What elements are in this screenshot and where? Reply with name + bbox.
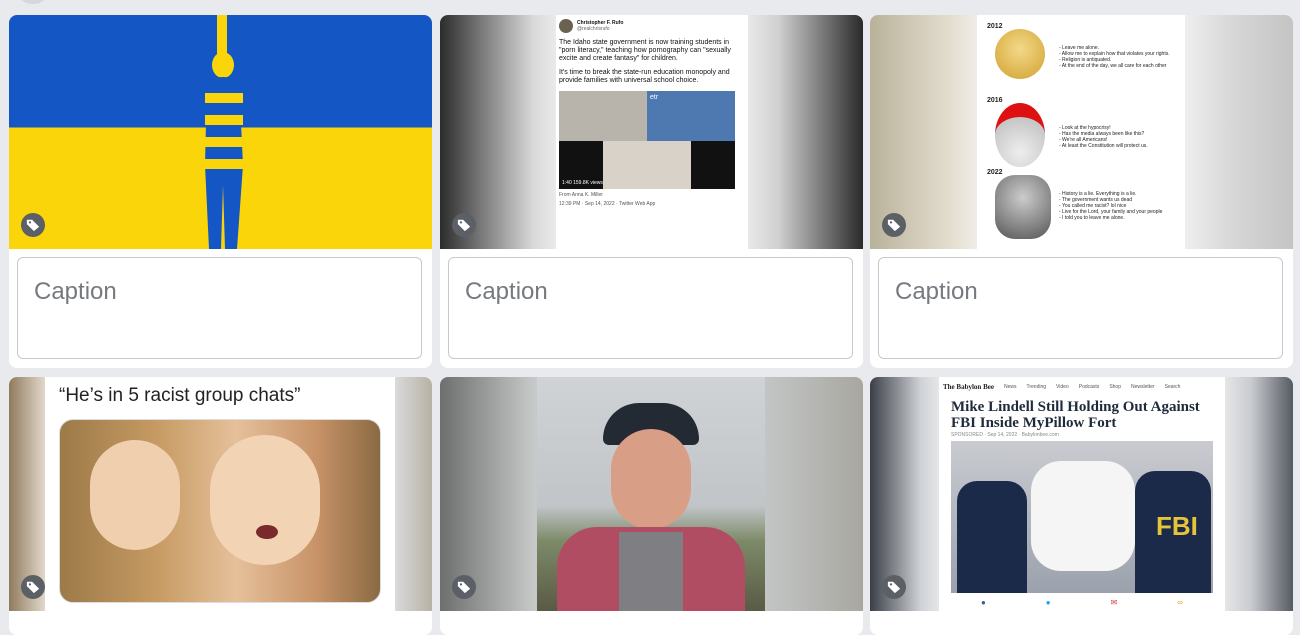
fbi-label: FBI	[1156, 511, 1198, 541]
image-card: 2012 - Leave me alone. - Allow me to exp…	[870, 15, 1293, 368]
tweet-timestamp: 12:39 PM · Sep 14, 2022 · Twitter Web Ap…	[559, 201, 656, 207]
tweet-video: etr 1:40 159.8K views	[559, 91, 735, 189]
man-photo	[537, 377, 765, 611]
nav-item: Podcasts	[1078, 384, 1100, 390]
nav-item: Search	[1164, 384, 1181, 390]
image-card: Caption	[9, 15, 432, 368]
face-drawing	[995, 103, 1045, 167]
image-card	[440, 377, 863, 635]
tweet-text-2: It's time to break the state-run educati…	[559, 69, 730, 84]
image-card: The Babylon Bee News Trending Video Podc…	[870, 377, 1293, 635]
year-label: 2016	[987, 97, 1003, 104]
nav-item: Video	[1056, 384, 1069, 390]
nav-item: Trending	[1026, 384, 1047, 390]
quote-meme-image: “He’s in 5 racist group chats”	[45, 377, 395, 611]
site-logo: The Babylon Bee	[943, 383, 994, 391]
caption-placeholder: Caption	[34, 278, 117, 305]
whisper-photo	[59, 419, 381, 603]
caption-placeholder: Caption	[465, 278, 548, 305]
share-bar: ● ● ✉ ∞	[951, 598, 1213, 607]
tweet-source: From Anna K. Miller	[559, 192, 603, 198]
article-headline: Mike Lindell Still Holding Out Against F…	[951, 399, 1200, 431]
quote-text: “He’s in 5 racist group chats”	[59, 385, 301, 406]
image-thumbnail[interactable]	[440, 377, 863, 611]
video-logo: etr	[650, 94, 659, 101]
face-drawing	[995, 29, 1045, 79]
meme-image: 2012 - Leave me alone. - Allow me to exp…	[977, 15, 1185, 249]
meme-lines: - History is a lie. Everything is a lie.…	[1059, 191, 1163, 221]
image-thumbnail[interactable]: Christopher F. Rufo @realchrisrufo The I…	[440, 15, 863, 249]
image-thumbnail[interactable]: 2012 - Leave me alone. - Allow me to exp…	[870, 15, 1293, 249]
tweet-handle: @realchrisrufo	[577, 26, 610, 32]
article-meta: SPONSORED · Sep 14, 2022 · Babylonbee.co…	[951, 432, 1059, 438]
image-card: “He’s in 5 racist group chats”	[9, 377, 432, 635]
tweet-text-1: The Idaho state government is now traini…	[559, 39, 731, 62]
face-drawing	[995, 175, 1051, 239]
nav-item: News	[1003, 384, 1017, 390]
caption-input[interactable]: Caption	[448, 257, 853, 359]
image-thumbnail[interactable]: The Babylon Bee News Trending Video Podc…	[870, 377, 1293, 611]
caption-placeholder: Caption	[895, 278, 978, 305]
video-time: 1:40	[562, 180, 572, 186]
video-views: 159.8K views	[573, 180, 603, 186]
twitter-icon[interactable]: ●	[1046, 598, 1051, 607]
facebook-icon[interactable]: ●	[981, 598, 986, 607]
meme-lines: - Leave me alone. - Allow me to explain …	[1059, 45, 1170, 69]
nav-item: Shop	[1109, 384, 1121, 390]
tag-icon[interactable]	[452, 575, 476, 599]
link-icon[interactable]: ∞	[1177, 598, 1183, 607]
caption-input[interactable]: Caption	[878, 257, 1283, 359]
caption-input[interactable]: Caption	[17, 257, 422, 359]
article-screenshot: The Babylon Bee News Trending Video Podc…	[939, 377, 1225, 611]
email-icon[interactable]: ✉	[1111, 598, 1118, 607]
image-card: Christopher F. Rufo @realchrisrufo The I…	[440, 15, 863, 368]
top-bar	[0, 0, 1300, 10]
nav-item: Newsletter	[1131, 384, 1155, 390]
tag-icon[interactable]	[21, 575, 45, 599]
image-thumbnail[interactable]: “He’s in 5 racist group chats”	[9, 377, 432, 611]
tag-icon[interactable]	[452, 213, 476, 237]
avatar	[559, 19, 573, 33]
article-photo: FBI	[951, 441, 1213, 593]
tag-icon[interactable]	[882, 575, 906, 599]
tweet-screenshot: Christopher F. Rufo @realchrisrufo The I…	[556, 15, 748, 249]
avatar[interactable]	[20, 0, 46, 4]
figure-silhouette	[205, 15, 243, 249]
year-label: 2012	[987, 23, 1003, 30]
meme-lines: - Look at the hypocrisy! - Has the media…	[1059, 125, 1148, 149]
tag-icon[interactable]	[21, 213, 45, 237]
year-label: 2022	[987, 169, 1003, 176]
tag-icon[interactable]	[882, 213, 906, 237]
image-thumbnail[interactable]	[9, 15, 432, 249]
